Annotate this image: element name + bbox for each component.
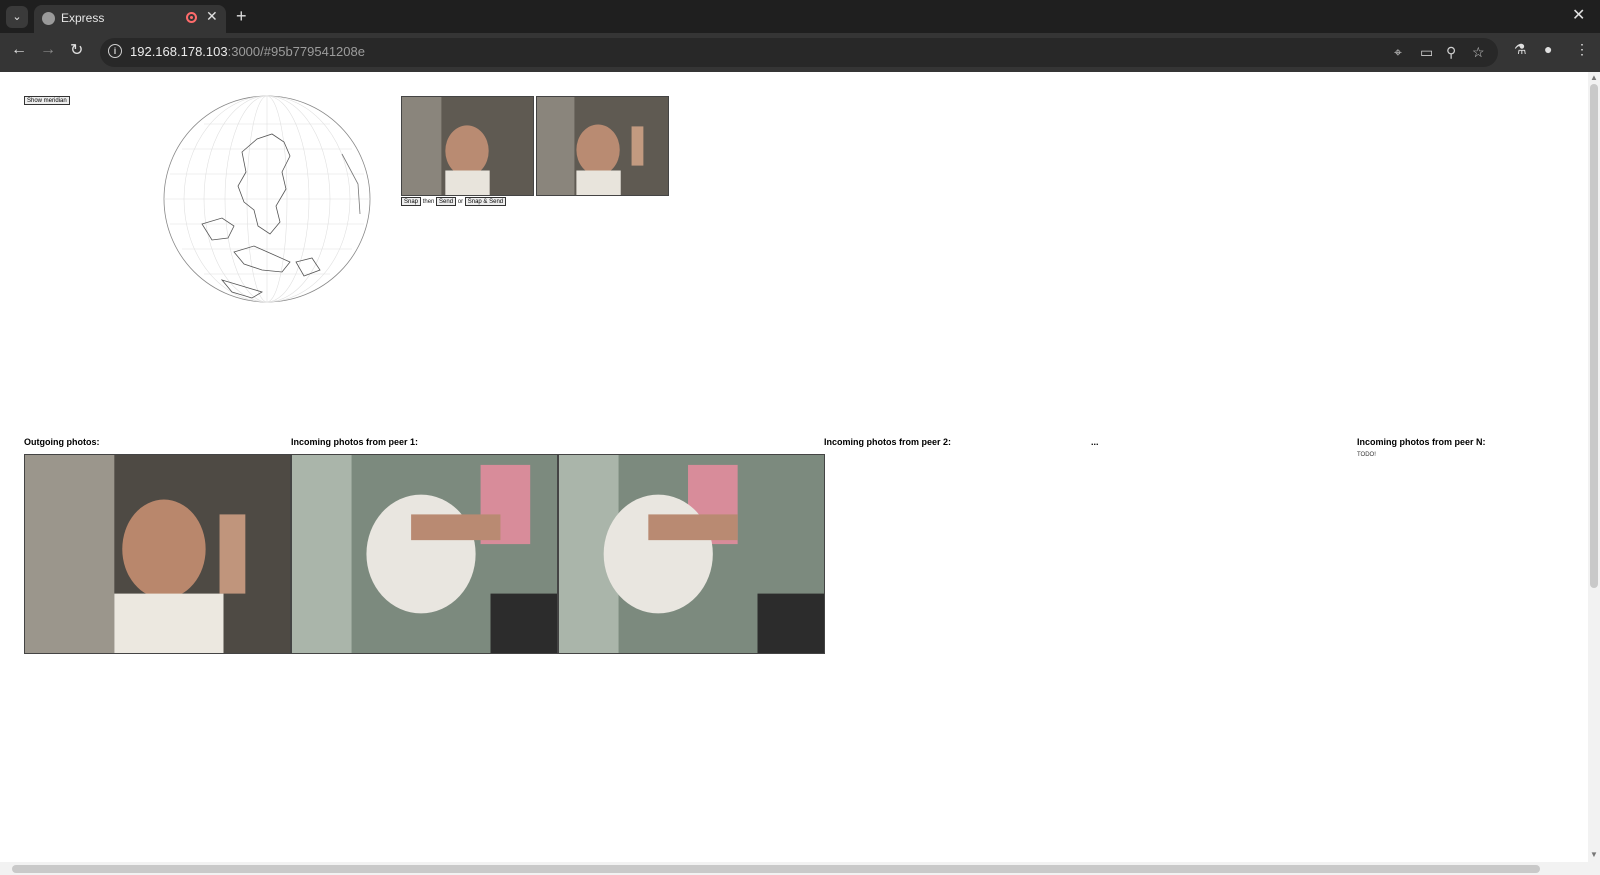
profile-icon[interactable]: ● [1544,41,1552,57]
reload-icon[interactable]: ↻ [70,40,83,60]
peer1-photo [291,454,558,654]
zoom-icon[interactable]: ⚲ [1446,44,1456,61]
outgoing-photo [24,454,291,654]
more-peers-ellipsis: ... [1091,437,1099,447]
url-path: :3000/#95b779541208e [227,44,365,59]
scroll-down-icon[interactable]: ▼ [1590,850,1598,859]
todo-text: TODO! [1357,452,1376,458]
outgoing-photos-heading: Outgoing photos: [24,437,100,447]
tab-strip: ⌄ Express ✕ + ✕ [0,0,1600,33]
browser-toolbar: ← → ↻ i 192.168.178.103:3000/#95b7795412… [0,33,1600,72]
peerN-photos-heading: Incoming photos from peer N: [1357,437,1486,447]
snapped-photo [536,96,669,196]
page-content: Show meridian Snap then Send or Snap & S… [0,72,1600,875]
globe-visualization[interactable] [162,94,372,304]
scroll-up-icon[interactable]: ▲ [1590,73,1598,82]
then-label: then [422,199,435,206]
horizontal-scroll-thumb[interactable] [12,865,1540,873]
menu-icon[interactable]: ⋮ [1575,41,1589,58]
labs-icon[interactable]: ⚗ [1514,41,1527,58]
peer1-photos-heading: Incoming photos from peer 1: [291,437,419,447]
vertical-scroll-thumb[interactable] [1590,84,1598,588]
close-icon[interactable]: ✕ [206,8,218,25]
horizontal-scrollbar[interactable] [0,862,1600,875]
new-tab-icon[interactable]: + [236,6,247,27]
send-button[interactable]: Send [436,197,457,206]
url-text[interactable]: 192.168.178.103:3000/#95b779541208e [130,44,365,59]
window-close-icon[interactable]: ✕ [1572,5,1585,25]
peer1-photo [558,454,825,654]
star-icon[interactable]: ☆ [1472,44,1485,61]
url-host: 192.168.178.103 [130,44,228,59]
recording-icon [186,12,197,23]
camera-preview [401,96,534,196]
tab-list-icon[interactable]: ⌄ [6,6,28,28]
globe-favicon-icon [42,12,55,25]
peer2-photos-heading: Incoming photos from peer 2: [824,437,952,447]
camera-icon[interactable]: ▭ [1420,44,1433,61]
forward-icon[interactable]: → [40,41,56,59]
snap-button[interactable]: Snap [401,197,422,206]
location-icon[interactable]: ⌖ [1394,44,1402,61]
snap-and-send-button[interactable]: Snap & Send [464,197,507,206]
address-bar[interactable]: i 192.168.178.103:3000/#95b779541208e ⌖ … [100,38,1498,67]
browser-tab[interactable]: Express ✕ [34,5,226,33]
vertical-scrollbar[interactable]: ▲ ▼ [1588,72,1600,862]
show-meridian-button[interactable]: Show meridian [24,96,70,105]
snap-controls: Snap then Send or Snap & Send [401,197,507,206]
info-icon[interactable]: i [108,44,122,58]
or-label: or [457,199,464,206]
back-icon[interactable]: ← [11,41,27,59]
tab-title: Express [61,11,105,25]
